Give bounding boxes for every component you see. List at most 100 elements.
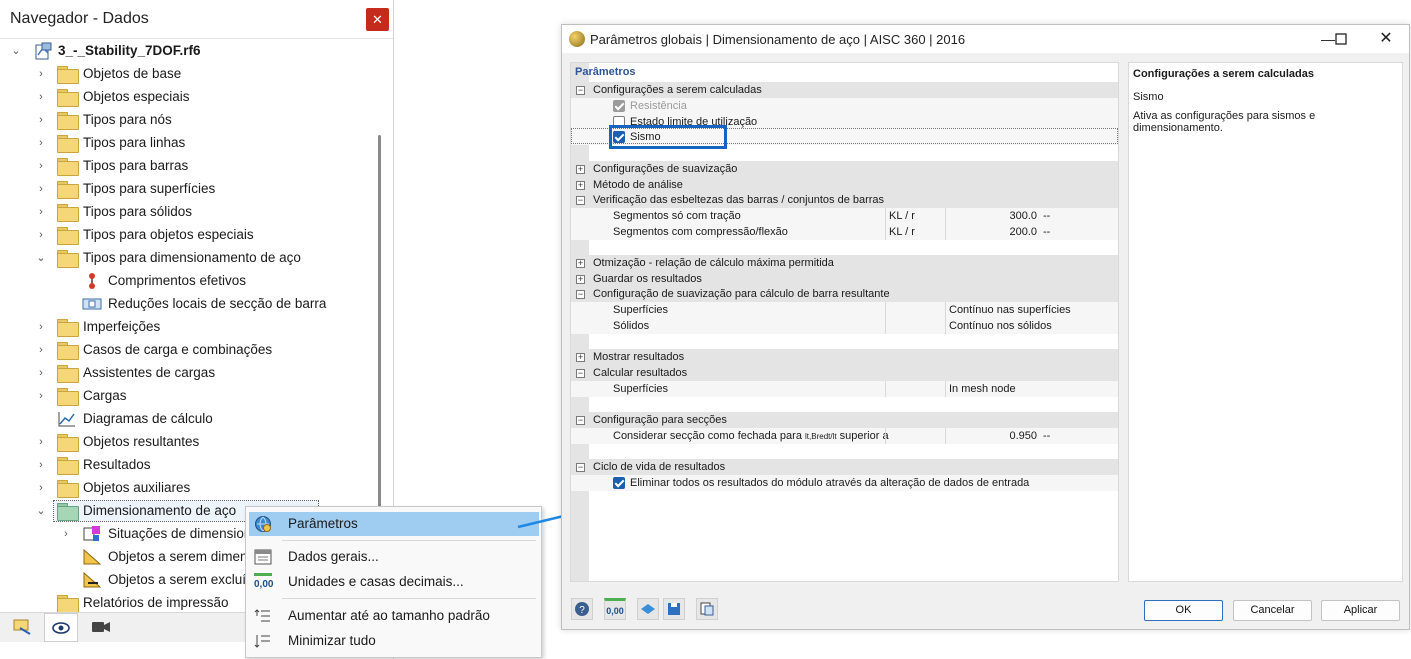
section-guardar[interactable]: + Guardar os resultados [571,271,1118,287]
section-suavizacao-resultante[interactable]: − Configuração de suavização para cálcul… [571,286,1118,302]
section-configuracao-seccoes[interactable]: − Configuração para secções [571,412,1118,428]
tree-item-objetos-excluidos[interactable]: Objetos a serem excluí [0,569,250,591]
cancel-button[interactable]: Cancelar [1233,600,1312,621]
row-solidos[interactable]: Sólidos Contínuo nos sólidos [571,318,1118,334]
copy-icon[interactable] [696,598,718,620]
tree-item-relatorios[interactable]: Relatórios de impressão [0,592,250,614]
tree-item-tipos-barras[interactable]: › Tipos para barras [0,155,370,177]
chevron-right-icon[interactable]: › [35,86,47,108]
chevron-right-icon[interactable]: › [35,178,47,200]
menu-item-dados-gerais[interactable]: Dados gerais... [249,545,539,569]
tree-item-objetos-dimensionados[interactable]: Objetos a serem dimen [0,546,250,568]
section-configuracoes-calculadas[interactable]: − Configurações a serem calculadas [571,82,1118,98]
tree-item-tipos-linhas[interactable]: › Tipos para linhas [0,132,370,154]
chevron-right-icon[interactable]: › [35,132,47,154]
eliminar-checkbox[interactable] [613,477,625,489]
chevron-down-icon[interactable]: ⌄ [10,40,22,62]
chevron-right-icon[interactable]: › [35,431,47,453]
tree-item-tipos-solidos[interactable]: › Tipos para sólidos [0,201,370,223]
tree-item-resultados[interactable]: › Resultados [0,454,370,476]
apply-button[interactable]: Aplicar [1321,600,1400,621]
expand-icon[interactable]: + [576,181,585,190]
tree-item-label: Diagramas de cálculo [83,411,213,426]
chevron-right-icon[interactable]: › [35,477,47,499]
section-ciclo-vida[interactable]: − Ciclo de vida de resultados [571,459,1118,475]
chevron-right-icon[interactable]: › [60,523,72,545]
tree-item-cargas[interactable]: › Cargas [0,385,370,407]
close-icon[interactable]: ✕ [366,8,389,31]
value-cell[interactable]: 200.0 [951,224,1037,240]
menu-item-aumentar[interactable]: Aumentar até ao tamanho padrão [249,604,539,628]
section-mostrar-resultados[interactable]: + Mostrar resultados [571,349,1118,365]
close-icon[interactable]: ✕ [1371,29,1401,49]
tree-item-diagramas-calculo[interactable]: Diagramas de cálculo [0,408,370,430]
ok-button[interactable]: OK [1144,600,1223,621]
chevron-down-icon[interactable]: ⌄ [35,500,47,522]
chevron-right-icon[interactable]: › [35,109,47,131]
tree-item-assistentes-cargas[interactable]: › Assistentes de cargas [0,362,370,384]
tree-item-objetos-resultantes[interactable]: › Objetos resultantes [0,431,370,453]
section-calcular-resultados[interactable]: − Calcular resultados [571,365,1118,381]
expand-icon[interactable]: + [576,259,585,268]
units-icon[interactable]: 0,00 [604,598,626,620]
row-superficies-calc[interactable]: Superfícies In mesh node [571,381,1118,397]
tree-item-tipos-nos[interactable]: › Tipos para nós [0,109,370,131]
expand-icon[interactable]: + [576,165,585,174]
tree-item-comprimentos-efetivos[interactable]: Comprimentos efetivos [0,270,370,292]
section-metodo-analise[interactable]: + Método de análise [571,177,1118,193]
chevron-down-icon[interactable]: ⌄ [35,247,47,269]
chevron-right-icon[interactable]: › [35,385,47,407]
value-cell[interactable]: 0.950 [951,428,1037,444]
collapse-icon[interactable]: − [576,290,585,299]
value-cell[interactable]: Contínuo nas superfícies [949,302,1071,318]
collapse-icon[interactable]: − [576,463,585,472]
tree-item-objetos-base[interactable]: › Objetos de base [0,63,370,85]
chevron-right-icon[interactable]: › [35,316,47,338]
save-icon[interactable] [663,598,685,620]
expand-icon[interactable]: + [576,275,585,284]
tree-root[interactable]: ⌄ 3_-_Stability_7DOF.rf6 [8,40,378,62]
chevron-right-icon[interactable]: › [35,224,47,246]
cell-divider [945,318,946,334]
collapse-icon[interactable]: − [576,369,585,378]
chevron-right-icon[interactable]: › [35,454,47,476]
row-segmentos-tracao[interactable]: Segmentos só com tração KL / r 300.0 -- [571,208,1118,224]
menu-item-parametros[interactable]: Parâmetros [249,512,539,536]
chevron-right-icon[interactable]: › [35,63,47,85]
tree-item-situacoes[interactable]: › Situações de dimension [0,523,251,545]
scrollbar[interactable] [378,135,381,515]
row-superficies[interactable]: Superfícies Contínuo nas superfícies [571,302,1118,318]
value-cell[interactable]: Contínuo nos sólidos [949,318,1052,334]
collapse-icon[interactable]: − [576,416,585,425]
tree-item-objetos-especiais[interactable]: › Objetos especiais [0,86,370,108]
collapse-icon[interactable]: − [576,196,585,205]
collapse-icon[interactable]: − [576,86,585,95]
eye-icon[interactable] [44,613,78,642]
load-icon[interactable] [637,598,659,620]
menu-item-minimizar[interactable]: Minimizar tudo [249,629,539,653]
value-cell[interactable]: In mesh node [949,381,1016,397]
row-segmentos-compressao[interactable]: Segmentos com compressão/flexão KL / r 2… [571,224,1118,240]
data-tab-icon[interactable] [6,613,40,642]
maximize-icon[interactable] [1326,29,1356,49]
tree-item-casos-carga[interactable]: › Casos de carga e combinações [0,339,370,361]
chevron-right-icon[interactable]: › [35,362,47,384]
row-considerar-seccao[interactable]: Considerar secção como fechada para lt,B… [571,428,1118,444]
tree-item-objetos-auxiliares[interactable]: › Objetos auxiliares [0,477,370,499]
section-otimizacao[interactable]: + Otmização - relação de cálculo máxima … [571,255,1118,271]
tree-item-tipos-dimensionamento-aco[interactable]: ⌄ Tipos para dimensionamento de aço [0,247,370,269]
value-cell[interactable]: 300.0 [951,208,1037,224]
camera-icon[interactable] [84,613,118,642]
menu-item-unidades[interactable]: 0,00 Unidades e casas decimais... [249,570,539,594]
tree-item-tipos-superficies[interactable]: › Tipos para superfícies [0,178,370,200]
tree-item-tipos-objetos-especiais[interactable]: › Tipos para objetos especiais [0,224,370,246]
chevron-right-icon[interactable]: › [35,339,47,361]
chevron-right-icon[interactable]: › [35,155,47,177]
tree-item-reducoes-locais[interactable]: Reduções locais de secção de barra [0,293,370,315]
section-esbeltezas[interactable]: − Verificação das esbeltezas das barras … [571,192,1118,208]
section-suavizacao[interactable]: + Configurações de suavização [571,161,1118,177]
tree-item-imperfeicoes[interactable]: › Imperfeições [0,316,370,338]
help-icon[interactable]: ? [571,598,593,620]
chevron-right-icon[interactable]: › [35,201,47,223]
expand-icon[interactable]: + [576,353,585,362]
